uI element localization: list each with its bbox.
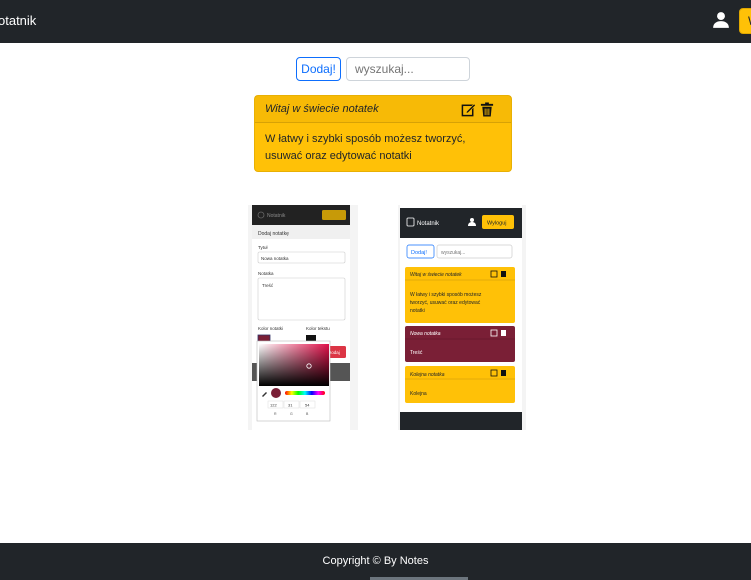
mini-logout: Wyloguj xyxy=(487,221,507,227)
mini-note2-title: Nowa notatka xyxy=(410,331,441,337)
mini-note3-title: Kolejna notatka xyxy=(410,372,445,378)
mini-rgb-b: 54 xyxy=(305,403,310,408)
mini-note1-title: Witaj w świecie notatek xyxy=(410,272,462,278)
mini-note2-body: Treść xyxy=(410,350,423,356)
mini-text-color-label: Kolor tekstu xyxy=(306,326,330,331)
mini-add: Dodaj! xyxy=(411,250,427,256)
brand-link[interactable]: otatnik xyxy=(0,13,36,28)
trash-icon[interactable] xyxy=(480,102,494,117)
add-note-screenshot: Notatnik Dodaj notatkę Tytuł Nowa notatk… xyxy=(248,205,358,430)
user-icon[interactable] xyxy=(712,11,730,29)
add-note-button[interactable]: Dodaj! xyxy=(296,57,341,81)
note-body: W łatwy i szybki sposób możesz tworzyć, … xyxy=(265,133,466,162)
mini-right-brand: Notatnik xyxy=(417,221,440,227)
edit-icon[interactable] xyxy=(461,102,476,117)
mini-content-label: Notatka xyxy=(258,271,274,276)
mini-title-value: Nowa notatka xyxy=(261,256,289,261)
mini-note-color-label: Kolor notatki xyxy=(258,326,283,331)
mini-content-value: Treść xyxy=(262,283,274,288)
add-note-screenshot-image: Notatnik Dodaj notatkę Tytuł Nowa notatk… xyxy=(252,205,350,430)
note-card: Witaj w świecie notatek W łatwy i szybki… xyxy=(254,95,512,172)
mini-note3-body: Kolejna xyxy=(410,391,427,397)
note-title: Witaj w świecie notatek xyxy=(265,103,379,115)
mini-heading: Dodaj notatkę xyxy=(258,231,289,237)
mini-rgb-r: 122 xyxy=(270,403,277,408)
note-card-header: Witaj w świecie notatek xyxy=(255,96,511,123)
notes-list-screenshot-image: Notatnik Wyloguj Dodaj! wyszukaj... Wita… xyxy=(400,205,522,430)
mini-g-label: G xyxy=(290,412,293,416)
notes-list-screenshot: Notatnik Wyloguj Dodaj! wyszukaj... Wita… xyxy=(398,205,526,430)
footer-copyright: Copyright © By Notes xyxy=(322,555,429,567)
mini-brand: Notatnik xyxy=(267,213,286,219)
mini-title-label: Tytuł xyxy=(258,245,268,250)
search-input[interactable] xyxy=(346,57,470,81)
mini-search: wyszukaj... xyxy=(441,250,465,256)
mini-rgb-g: 31 xyxy=(288,403,293,408)
footer: Copyright © By Notes xyxy=(0,543,751,580)
navbar: otatnik W xyxy=(0,0,751,43)
logout-button[interactable]: W xyxy=(739,8,751,34)
